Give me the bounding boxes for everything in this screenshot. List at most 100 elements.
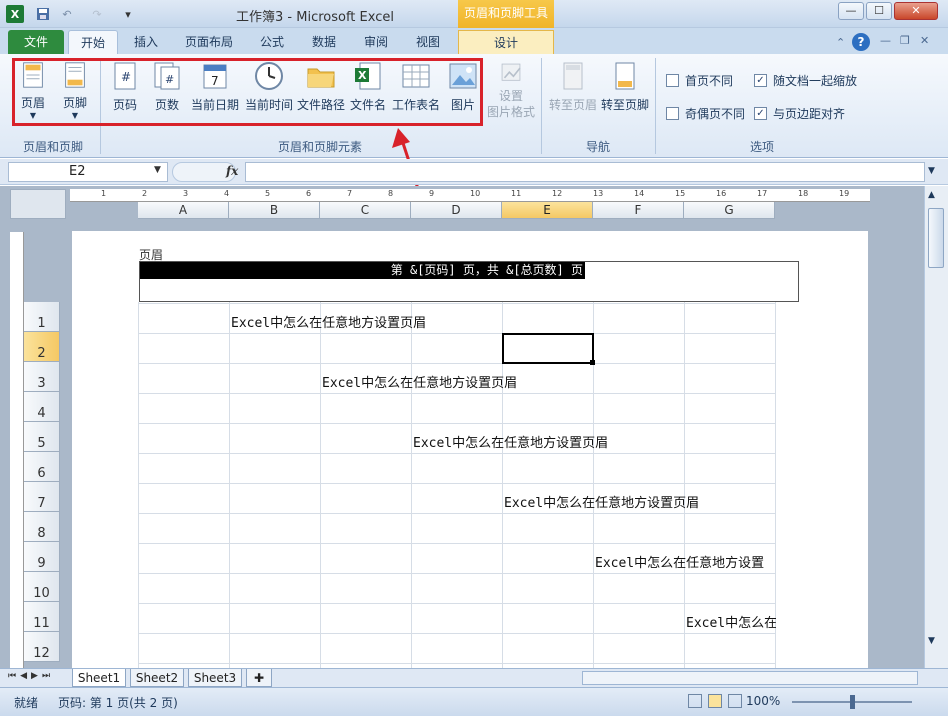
window-close-icon[interactable]: ✕ <box>920 34 929 47</box>
column-header-d[interactable]: D <box>411 202 502 219</box>
checkbox[interactable] <box>666 106 679 120</box>
column-header-a[interactable]: A <box>138 202 229 219</box>
column-header-c[interactable]: C <box>320 202 411 219</box>
ruler-tick: 2 <box>142 189 148 198</box>
vertical-ruler[interactable] <box>10 232 24 668</box>
option-different-first-page[interactable]: 首页不同 <box>666 71 733 89</box>
group-label-elements: 页眉和页脚元素 <box>277 140 362 154</box>
ruler-tick: 3 <box>183 189 189 198</box>
title-bar: X ↶ ↷ ▾ 工作簿3 - Microsoft Excel 页眉和页脚工具 —… <box>0 0 948 28</box>
select-all-corner[interactable] <box>10 189 66 219</box>
zoom-level[interactable]: 100% <box>746 694 780 708</box>
minimize-button[interactable]: — <box>838 2 864 20</box>
checkbox-checked[interactable]: ✓ <box>754 106 767 120</box>
close-button[interactable]: ✕ <box>894 2 938 20</box>
window-title: 工作簿3 - Microsoft Excel <box>236 10 394 25</box>
scroll-thumb[interactable] <box>928 208 944 268</box>
help-icon[interactable]: ? <box>852 33 870 51</box>
cell-c3[interactable]: Excel中怎么在任意地方设置页眉 <box>322 372 517 391</box>
option-align-with-margins[interactable]: ✓ 与页边距对齐 <box>754 104 845 122</box>
tab-page-layout[interactable]: 页面布局 <box>176 30 242 54</box>
highlight-annotation <box>12 58 483 126</box>
fill-handle[interactable] <box>590 360 595 365</box>
scroll-down-icon[interactable]: ▼ <box>928 636 935 646</box>
vertical-scrollbar[interactable]: ▲ ▼ <box>924 186 948 668</box>
row-header-10[interactable]: 10 <box>24 572 60 602</box>
tab-home[interactable]: 开始 <box>68 30 118 54</box>
name-box-dropdown-icon[interactable]: ▼ <box>154 165 161 175</box>
sheet-tab-3[interactable]: Sheet3 <box>188 669 242 687</box>
sheet-tab-bar: ⏮◀▶⏭ Sheet1 Sheet2 Sheet3 ✚ <box>0 668 948 687</box>
row-header-5[interactable]: 5 <box>24 422 60 452</box>
cell-e7[interactable]: Excel中怎么在任意地方设置页眉 <box>504 492 699 511</box>
row-header-3[interactable]: 3 <box>24 362 60 392</box>
tab-design[interactable]: 设计 <box>458 30 554 54</box>
group-label-options: 选项 <box>749 140 774 154</box>
option-different-odd-even[interactable]: 奇偶页不同 <box>666 104 745 122</box>
ruler-tick: 12 <box>552 189 563 198</box>
normal-view-icon[interactable] <box>688 694 702 708</box>
row-header-4[interactable]: 4 <box>24 392 60 422</box>
page-layout-view-icon[interactable] <box>708 694 722 708</box>
tab-view[interactable]: 视图 <box>406 30 450 54</box>
row-header-2[interactable]: 2 <box>24 332 60 362</box>
cell-g11[interactable]: Excel中怎么在 <box>686 612 776 631</box>
tab-insert[interactable]: 插入 <box>124 30 168 54</box>
column-header-b[interactable]: B <box>229 202 320 219</box>
row-header-1[interactable]: 1 <box>24 302 60 332</box>
horizontal-scrollbar[interactable] <box>582 671 918 685</box>
sheet-tab-2[interactable]: Sheet2 <box>130 669 184 687</box>
ruler-tick: 8 <box>388 189 394 198</box>
column-header-g[interactable]: G <box>684 202 775 219</box>
tab-file[interactable]: 文件 <box>8 30 64 54</box>
customize-qat-icon[interactable]: ▾ <box>122 5 134 23</box>
tab-formulas[interactable]: 公式 <box>250 30 294 54</box>
save-icon[interactable] <box>34 5 52 23</box>
cell-d5[interactable]: Excel中怎么在任意地方设置页眉 <box>413 432 608 451</box>
insert-sheet-icon[interactable]: ✚ <box>246 669 272 687</box>
context-tool-title: 页眉和页脚工具 <box>458 0 554 28</box>
cell-f9[interactable]: Excel中怎么在任意地方设置 <box>595 552 764 571</box>
horizontal-ruler[interactable]: 1 2 3 4 5 6 7 8 9 10 11 12 13 14 15 16 17 18 19 <box>70 189 870 202</box>
ruler-tick: 9 <box>429 189 435 198</box>
ruler-tick: 19 <box>839 189 850 198</box>
expand-formula-bar-icon[interactable]: ▼ <box>928 166 935 176</box>
cell-b1[interactable]: Excel中怎么在任意地方设置页眉 <box>231 312 426 331</box>
tab-review[interactable]: 审阅 <box>354 30 398 54</box>
name-box[interactable]: E2 <box>8 162 168 182</box>
redo-icon[interactable]: ↷ <box>88 5 106 23</box>
goto-header-button[interactable]: 转至页眉 <box>548 60 598 120</box>
row-header-9[interactable]: 9 <box>24 542 60 572</box>
undo-icon[interactable]: ↶ <box>58 5 76 23</box>
page-break-view-icon[interactable] <box>728 694 742 708</box>
column-header-e[interactable]: E <box>502 202 593 219</box>
ruler-tick: 6 <box>306 189 312 198</box>
column-header-f[interactable]: F <box>593 202 684 219</box>
goto-footer-button[interactable]: 转至页脚 <box>600 60 650 120</box>
window-restore-icon[interactable]: ❐ <box>900 34 910 47</box>
ruler-tick: 16 <box>716 189 727 198</box>
sheet-nav-icon[interactable]: ⏮◀▶⏭ <box>8 671 54 681</box>
row-header-8[interactable]: 8 <box>24 512 60 542</box>
cell-grid[interactable] <box>138 302 776 668</box>
scroll-up-icon[interactable]: ▲ <box>928 190 935 200</box>
maximize-button[interactable]: ☐ <box>866 2 892 20</box>
row-header-12[interactable]: 12 <box>24 632 60 662</box>
window-minimize-icon[interactable]: — <box>880 34 891 47</box>
row-header-6[interactable]: 6 <box>24 452 60 482</box>
option-scale-with-document[interactable]: ✓ 随文档一起缩放 <box>754 71 857 89</box>
checkbox-checked[interactable]: ✓ <box>754 73 767 87</box>
formula-input[interactable] <box>245 162 925 182</box>
row-header-11[interactable]: 11 <box>24 602 60 632</box>
zoom-slider-thumb[interactable] <box>850 695 855 709</box>
header-field-text[interactable]: 第 &[页码] 页，共 &[总页数] 页 <box>140 262 585 279</box>
insert-function-icon[interactable]: fx <box>226 164 238 178</box>
status-page: 页码: 第 1 页(共 2 页) <box>58 696 178 710</box>
active-cell[interactable] <box>502 333 594 364</box>
format-picture-button[interactable]: 设置 图片格式 <box>487 60 535 120</box>
checkbox[interactable] <box>666 73 679 87</box>
tab-data[interactable]: 数据 <box>302 30 346 54</box>
sheet-tab-1[interactable]: Sheet1 <box>72 669 126 687</box>
collapse-ribbon-icon[interactable]: ⌃ <box>836 36 845 49</box>
row-header-7[interactable]: 7 <box>24 482 60 512</box>
